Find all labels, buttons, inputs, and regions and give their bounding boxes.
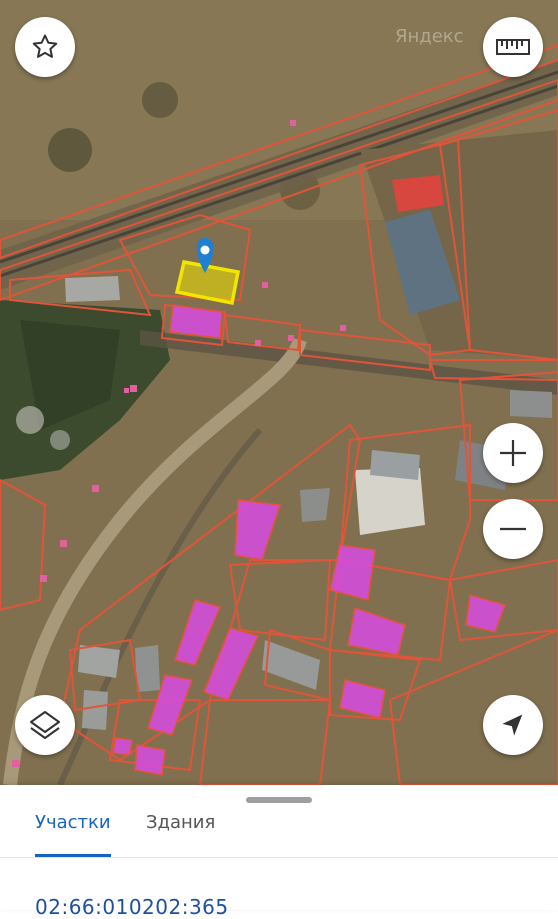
ruler-icon: [496, 39, 530, 55]
star-icon: [32, 34, 58, 58]
layers-button[interactable]: [15, 695, 75, 755]
locate-button[interactable]: [483, 695, 543, 755]
tab-parcels-label: Участки: [35, 812, 111, 833]
layers-icon: [30, 711, 60, 739]
parcel-cadastral-number[interactable]: 02:66:010202:365: [35, 895, 229, 919]
tab-parcels[interactable]: Участки: [35, 810, 111, 857]
ruler-button[interactable]: [483, 17, 543, 77]
zoom-out-button[interactable]: [483, 499, 543, 559]
map-canvas[interactable]: [0, 0, 558, 785]
satellite-map[interactable]: Яндекс: [0, 0, 558, 785]
sheet-tabs: Участки Здания: [0, 785, 558, 858]
tab-buildings[interactable]: Здания: [146, 810, 215, 857]
tab-buildings-label: Здания: [146, 812, 216, 833]
favorite-button[interactable]: [15, 17, 75, 77]
zoom-in-button[interactable]: [483, 423, 543, 483]
active-tab-indicator: [35, 854, 111, 857]
plus-icon: [500, 440, 526, 466]
map-watermark: Яндекс: [395, 26, 464, 47]
navigation-arrow-icon: [502, 714, 523, 736]
minus-icon: [500, 527, 526, 531]
bottom-sheet[interactable]: Участки Здания 02:66:010202:365: [0, 785, 558, 919]
